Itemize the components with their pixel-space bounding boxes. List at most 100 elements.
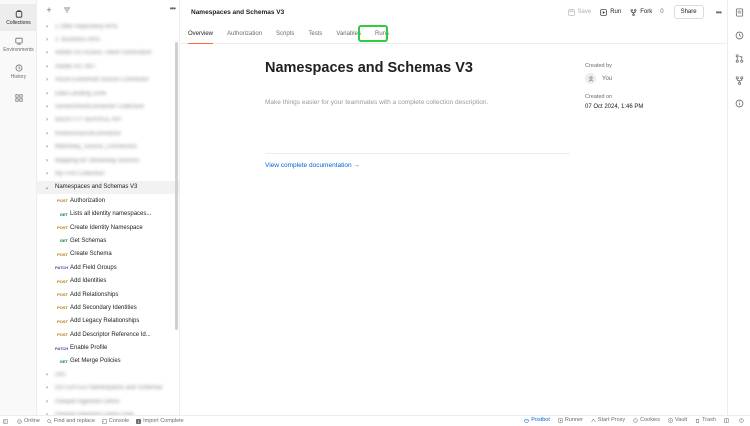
vault-label: Vault: [675, 417, 688, 423]
chevron-right-icon[interactable]: ›: [41, 372, 53, 378]
http-method-badge: POST: [57, 318, 68, 324]
chevron-right-icon[interactable]: ›: [41, 24, 53, 30]
request-item[interactable]: POST Add Descriptor Reference Id...: [37, 328, 179, 341]
view-documentation-link[interactable]: View complete documentation →: [265, 162, 570, 169]
add-collection-icon[interactable]: +: [43, 4, 55, 16]
vault-button[interactable]: Vault: [668, 417, 687, 423]
run-button[interactable]: Run: [600, 8, 622, 16]
chevron-right-icon[interactable]: ›: [41, 77, 53, 83]
search-icon: [47, 418, 52, 424]
request-name: Add Identities: [70, 278, 107, 285]
rail-item-history[interactable]: History: [0, 58, 37, 85]
tab-overview[interactable]: Overview: [188, 31, 214, 44]
runner-label: Runner: [564, 417, 583, 423]
http-method-badge: GET: [59, 238, 68, 244]
chevron-right-icon[interactable]: ›: [41, 385, 53, 391]
help-icon[interactable]: ?: [739, 417, 746, 423]
rail-item-collections[interactable]: Collections: [0, 4, 37, 31]
collection-item[interactable]: › 1 Offer Repository APIs: [37, 20, 179, 33]
collection-item[interactable]: › My First Collection: [37, 167, 179, 180]
layout-toggle-icon[interactable]: [724, 418, 731, 423]
request-item[interactable]: PATCH Enable Profile: [37, 341, 179, 354]
chevron-right-icon[interactable]: ›: [41, 131, 53, 137]
sidebar-more-icon[interactable]: •••: [170, 4, 176, 13]
rail-item-environments[interactable]: Environments: [0, 31, 37, 58]
tab-authorization[interactable]: Authorization: [227, 31, 262, 43]
collection-item[interactable]: › IDENTITY SERVICE API: [37, 114, 179, 127]
request-item[interactable]: POST Add Secondary Identities: [37, 301, 179, 314]
chevron-right-icon[interactable]: ›: [41, 171, 53, 177]
header-more-icon[interactable]: •••: [716, 8, 722, 17]
find-replace-button[interactable]: Find and replace: [47, 418, 95, 424]
collection-meta: Created by You Created on 07 Oct 2024, 1…: [585, 63, 705, 110]
postbot-button[interactable]: Postbot: [524, 417, 550, 423]
pull-request-icon[interactable]: [735, 54, 744, 63]
collection-item[interactable]: › OUTDATED Namespaces and Schemas: [37, 382, 179, 395]
request-item[interactable]: PATCH Add Field Groups: [37, 261, 179, 274]
description-placeholder[interactable]: Make things easier for your teammates wi…: [265, 99, 570, 106]
request-item[interactable]: GET Get Merge Policies: [37, 355, 179, 368]
creator-name: You: [602, 75, 613, 82]
request-item[interactable]: POST Create Schema: [37, 248, 179, 261]
sidebar-scrollbar[interactable]: [175, 42, 178, 330]
request-item[interactable]: GET Lists all identity namespaces...: [37, 207, 179, 220]
collection-item[interactable]: › GenericRestConnector Collection: [37, 100, 179, 113]
collection-item[interactable]: › Adobe I/O JWT: [37, 60, 179, 73]
chevron-right-icon[interactable]: ›: [41, 158, 53, 164]
chevron-right-icon[interactable]: ›: [41, 399, 53, 405]
chevron-right-icon[interactable]: ›: [41, 37, 53, 43]
collection-item[interactable]: ⌄ Namespaces and Schemas V3: [37, 180, 179, 195]
collection-item[interactable]: › 2. Business APIs: [37, 33, 179, 46]
save-button[interactable]: Save: [567, 8, 591, 16]
collection-item[interactable]: › KinesisSourceConnector: [37, 127, 179, 140]
import-status[interactable]: 1 Import Complete: [136, 418, 184, 424]
start-proxy-button[interactable]: Start Proxy: [591, 417, 625, 423]
toggle-sidebar-icon[interactable]: [3, 419, 10, 424]
chevron-right-icon[interactable]: ›: [41, 91, 53, 97]
online-status[interactable]: Online: [17, 418, 40, 424]
import-icon: 1: [136, 418, 142, 424]
collection-item[interactable]: ›Parquet Ingestion Demo copy: [37, 408, 179, 415]
collection-item[interactable]: › Azure EventHub Source Connector: [37, 74, 179, 87]
start-proxy-label: Start Proxy: [597, 417, 626, 423]
collection-item[interactable]: › OIS: [37, 368, 179, 381]
chevron-right-icon[interactable]: ›: [41, 117, 53, 123]
info-icon[interactable]: [735, 99, 744, 108]
request-item[interactable]: POST Authorization: [37, 194, 179, 207]
request-name: Add Field Groups: [70, 264, 117, 271]
tab-tests[interactable]: Tests: [308, 31, 322, 43]
online-icon: [17, 418, 22, 424]
collection-name: Mapping for Streaming Sources: [55, 157, 140, 164]
fork-label: Fork: [640, 9, 653, 15]
status-bar-right: Postbot Runner Start Proxy Cookies Vault…: [516, 417, 746, 423]
chevron-right-icon[interactable]: ›: [41, 64, 53, 70]
rail-item-apps[interactable]: [0, 85, 37, 112]
request-item[interactable]: POST Add Identities: [37, 274, 179, 287]
tab-scripts[interactable]: Scripts: [276, 31, 294, 43]
chevron-right-icon[interactable]: ›: [41, 50, 53, 56]
collection-item[interactable]: › Parquet Ingestion Demo: [37, 395, 179, 408]
chevron-right-icon[interactable]: ›: [41, 144, 53, 150]
trash-button[interactable]: Trash: [695, 417, 716, 423]
run-label: Run: [610, 9, 622, 15]
changelog-icon[interactable]: [735, 31, 744, 40]
runner-button[interactable]: Runner: [558, 417, 583, 423]
chevron-right-icon[interactable]: ›: [41, 104, 53, 110]
documentation-icon[interactable]: [735, 8, 744, 17]
console-button[interactable]: Console: [102, 418, 129, 424]
request-item[interactable]: POST Add Legacy Relationships: [37, 315, 179, 328]
forks-icon[interactable]: [735, 76, 744, 85]
request-item[interactable]: POST Create Identity Namespace: [37, 221, 179, 234]
request-item[interactable]: GET Get Schemas: [37, 234, 179, 247]
filter-icon[interactable]: [61, 4, 73, 16]
http-method-badge: GET: [59, 358, 68, 364]
share-button[interactable]: Share: [673, 5, 704, 19]
collection-item[interactable]: › Mapping for Streaming Sources: [37, 154, 179, 167]
chevron-down-icon[interactable]: ⌄: [41, 184, 53, 191]
collection-item[interactable]: › Matchkey_Source_Connectors: [37, 141, 179, 154]
request-item[interactable]: POST Add Relationships: [37, 288, 179, 301]
cookies-button[interactable]: Cookies: [633, 417, 660, 423]
collection-item[interactable]: › Adobe I/O Access Token Generation: [37, 47, 179, 60]
collection-item[interactable]: › Data Landing Zone: [37, 87, 179, 100]
fork-button[interactable]: Fork: [630, 8, 653, 16]
